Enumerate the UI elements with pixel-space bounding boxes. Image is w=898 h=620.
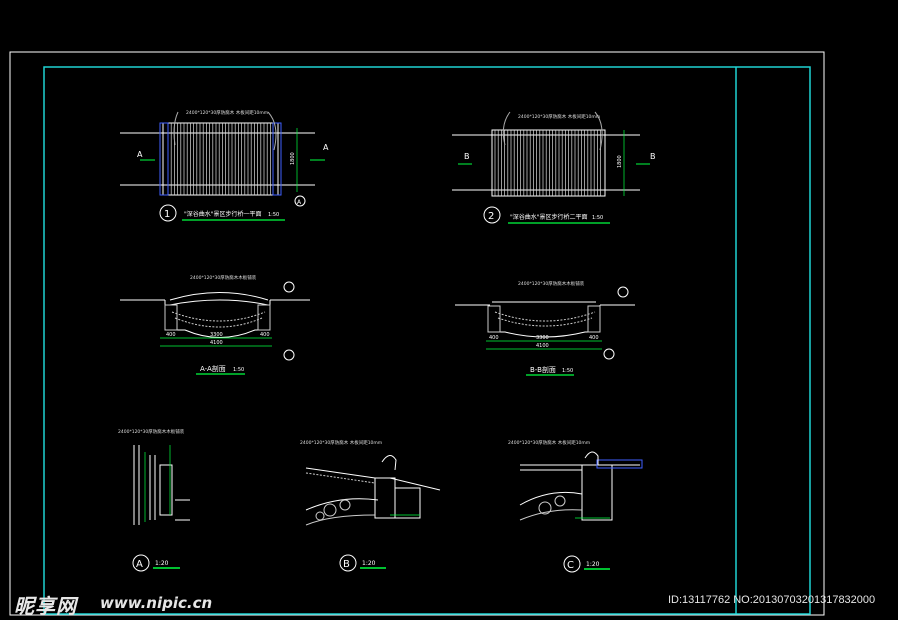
aa-title: A-A剖面 (200, 364, 226, 373)
watermark-id: ID:13117762 NO:20130703201317832000 (668, 594, 876, 606)
bb-note: 2400*120*30厚防腐木木板铺装 (518, 280, 585, 287)
inner-frame (43, 66, 811, 615)
watermark-logo: 昵享网 (14, 594, 77, 618)
detail-b-mark: B (343, 559, 350, 570)
plan1-title: "深谷曲水"景区步行桥一平面 (184, 210, 262, 218)
plan1-callout: A (297, 199, 302, 206)
plan2-number: 2 (488, 211, 494, 222)
bb-dim-total: 4100 (536, 343, 549, 349)
plan1-dim: 1800 (290, 152, 296, 165)
aa-note: 2400*120*30厚防腐木木板铺装 (190, 274, 257, 281)
section-mark-left: A (137, 150, 143, 159)
bb-dim-span: 3300 (536, 335, 549, 341)
bb-scale: 1:50 (562, 368, 573, 374)
plan2-note: 2400*120*30厚防腐木 木板间距10mm (518, 113, 600, 120)
plan1-note: 2400*120*30厚防腐木 木板间距10mm (186, 109, 268, 116)
detail-a-scale: 1:20 (155, 560, 169, 567)
watermark-url[interactable]: www.nipic.cn (100, 594, 212, 612)
detail-a-mark: A (136, 559, 143, 570)
detail-c-mark: C (567, 560, 574, 571)
aa-dim-total: 4100 (210, 340, 223, 346)
outer-frame (9, 51, 825, 616)
detail-b-scale: 1:20 (362, 560, 376, 567)
bb-title: B-B剖面 (530, 365, 556, 374)
section-mark-right: A (323, 143, 329, 152)
plan-2: B B 1800 2400*120*30厚防腐木 木板间距10mm 2 "深谷曲… (452, 111, 656, 224)
bb-dim-left: 400 (489, 335, 499, 341)
aa-scale: 1:50 (233, 367, 244, 373)
detail-b: 2400*120*30厚防腐木 木板间距10mm B 1:20 (300, 439, 441, 572)
plan1-number: 1 (164, 209, 170, 220)
detail-a: 2400*120*30厚防腐木木板铺装 A 1:20 (118, 428, 190, 572)
plan1-scale: 1:50 (268, 212, 279, 218)
section-mark-right: B (650, 152, 656, 161)
plan2-dim: 1800 (617, 155, 623, 168)
detail-b-note: 2400*120*30厚防腐木 木板间距10mm (300, 439, 382, 446)
bb-dim-right: 400 (589, 335, 599, 341)
detail-c: 2400*120*30厚防腐木 木板间距10mm C 1:20 (508, 439, 643, 573)
aa-dim-left: 400 (166, 332, 176, 338)
plan2-scale: 1:50 (592, 215, 603, 221)
plan2-title: "深谷曲水"景区步行桥二平面 (510, 213, 588, 221)
section-mark-left: B (464, 152, 470, 161)
section-aa: 3300 400 400 4100 2400*120*30厚防腐木木板铺装 A-… (120, 274, 310, 375)
plan-1: A A 1800 2400*120*30厚防腐木 木板间距10mm A 1 "深… (120, 109, 329, 222)
detail-c-scale: 1:20 (586, 561, 600, 568)
section-bb: 3300 400 400 4100 2400*120*30厚防腐木木板铺装 B-… (455, 280, 635, 376)
cad-drawing-sheet: A A 1800 2400*120*30厚防腐木 木板间距10mm A 1 "深… (9, 51, 825, 616)
detail-a-note: 2400*120*30厚防腐木木板铺装 (118, 428, 185, 435)
aa-dim-right: 400 (260, 332, 270, 338)
detail-c-note: 2400*120*30厚防腐木 木板间距10mm (508, 439, 590, 446)
aa-dim-span: 3300 (210, 332, 223, 338)
